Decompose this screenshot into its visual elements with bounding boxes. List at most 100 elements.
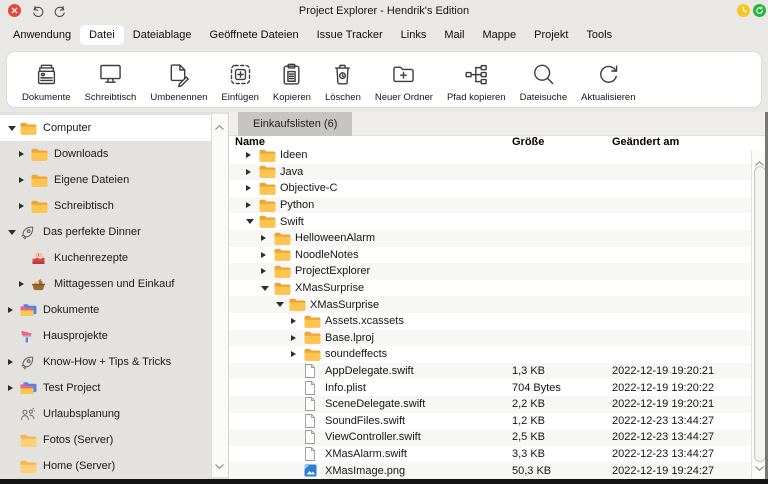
sidebar-item-eigene-dateien[interactable]: Eigene Dateien (0, 167, 212, 193)
sidebar-item-know-how-tips-tricks[interactable]: Know-How + Tips & Tricks (0, 349, 212, 375)
table-row-info-plist[interactable]: Info.plist 704 Bytes 2022-12-19 19:20:22 (229, 379, 752, 396)
sidebar-item-computer[interactable]: Computer (0, 115, 212, 141)
sidebar-item-hausprojekte[interactable]: Hausprojekte (0, 323, 212, 349)
toolbar-button-l-schen[interactable]: Löschen (318, 57, 368, 103)
table-row-xmassurprise[interactable]: XMasSurprise (229, 280, 752, 297)
menu-item-mail[interactable]: Mail (435, 25, 473, 45)
sidebar-item-fotos-server[interactable]: Fotos (Server) (0, 427, 212, 453)
menu-item-tools[interactable]: Tools (577, 25, 621, 45)
disclosure-toggle[interactable] (291, 318, 304, 325)
toolbar-button-neuer-ordner[interactable]: Neuer Ordner (368, 57, 440, 103)
online-status-button[interactable] (753, 4, 766, 17)
menu-item-projekt[interactable]: Projekt (525, 25, 577, 45)
table-row-appdelegate-swift[interactable]: AppDelegate.swift 1,3 KB 2022-12-19 19:20:… (229, 362, 752, 380)
toolbar-button-kopieren[interactable]: Kopieren (266, 57, 318, 103)
sidebar-scrollbar[interactable] (211, 114, 228, 477)
sidebar-item-urlaubsplanung[interactable]: Urlaubsplanung (0, 401, 212, 427)
toolbar-button-schreibtisch[interactable]: Schreibtisch (78, 57, 144, 103)
disclosure-toggle[interactable] (246, 185, 259, 192)
chevron-right-icon[interactable] (246, 152, 251, 159)
menu-item-anwendung[interactable]: Anwendung (4, 25, 80, 45)
table-row-base-lproj[interactable]: Base.lproj (229, 329, 752, 347)
disclosure-toggle[interactable] (19, 151, 31, 157)
table-row-noodlenotes[interactable]: NoodleNotes (229, 247, 752, 264)
toolbar-button-aktualisieren[interactable]: Aktualisieren (574, 57, 642, 103)
disclosure-toggle[interactable] (291, 351, 304, 358)
chevron-right-icon[interactable] (19, 203, 24, 209)
undo-icon[interactable] (31, 4, 44, 17)
menu-item-mappe[interactable]: Mappe (474, 25, 526, 45)
disclosure-toggle[interactable] (19, 177, 31, 183)
column-header-name[interactable]: Name (235, 136, 265, 148)
table-row-java[interactable]: Java (229, 163, 752, 181)
toolbar-button-dateisuche[interactable]: Dateisuche (513, 57, 575, 103)
scroll-down-icon[interactable] (755, 458, 764, 476)
table-row-soundeffects[interactable]: soundeffects (229, 346, 752, 363)
chevron-down-icon[interactable] (8, 229, 16, 235)
sidebar-item-home-server[interactable]: Home (Server) (0, 453, 212, 479)
table-row-xmassurprise[interactable]: XMasSurprise (229, 296, 752, 313)
chevron-right-icon[interactable] (291, 351, 296, 358)
chevron-right-icon[interactable] (19, 177, 24, 183)
chevron-right-icon[interactable] (261, 268, 266, 275)
disclosure-toggle[interactable] (19, 203, 31, 209)
disclosure-toggle[interactable] (19, 281, 31, 287)
close-button[interactable] (8, 4, 21, 17)
chevron-down-icon[interactable] (276, 302, 284, 308)
tab-einkaufslisten[interactable]: Einkaufslisten (6) (238, 112, 353, 136)
chevron-right-icon[interactable] (8, 359, 13, 365)
table-row-soundfiles-swift[interactable]: SoundFiles.swift 1,2 KB 2022-12-23 13:44:2… (229, 413, 752, 430)
pending-status-button[interactable] (737, 4, 750, 17)
scroll-down-icon[interactable] (215, 456, 224, 474)
chevron-right-icon[interactable] (291, 334, 296, 341)
table-row-objective-c[interactable]: Objective-C (229, 180, 752, 197)
disclosure-toggle[interactable] (291, 334, 304, 341)
table-row-scenedelegate-swift[interactable]: SceneDelegate.swift 2,2 KB 2022-12-19 19:2… (229, 395, 752, 413)
menu-item-ge-ffnete-dateien[interactable]: Geöffnete Dateien (201, 25, 308, 45)
chevron-right-icon[interactable] (19, 281, 24, 287)
table-row-swift[interactable]: Swift (229, 213, 752, 230)
menu-item-links[interactable]: Links (392, 25, 436, 45)
chevron-right-icon[interactable] (246, 168, 251, 175)
table-row-viewcontroller-swift[interactable]: ViewController.swift 2,5 KB 2022-12-23 13:… (229, 429, 752, 446)
column-header-modified[interactable]: Geändert am (612, 136, 679, 148)
disclosure-toggle[interactable] (261, 285, 274, 291)
table-row-python[interactable]: Python (229, 196, 752, 214)
menu-item-datei[interactable]: Datei (80, 24, 124, 45)
chevron-down-icon[interactable] (261, 285, 269, 291)
disclosure-toggle[interactable] (8, 125, 20, 131)
sidebar-item-kuchenrezepte[interactable]: Kuchenrezepte (0, 245, 212, 271)
disclosure-toggle[interactable] (261, 235, 274, 242)
sidebar-item-dokumente[interactable]: Dokumente (0, 297, 212, 323)
chevron-right-icon[interactable] (291, 318, 296, 325)
disclosure-toggle[interactable] (261, 268, 274, 275)
sidebar-item-test-project[interactable]: Test Project (0, 375, 212, 401)
scroll-up-icon[interactable] (215, 117, 224, 135)
sidebar-item-mittagessen-und-einkauf[interactable]: Mittagessen und Einkauf (0, 271, 212, 297)
chevron-right-icon[interactable] (246, 202, 251, 209)
chevron-right-icon[interactable] (261, 251, 266, 258)
table-row-projectexplorer[interactable]: ProjectExplorer (229, 263, 752, 280)
column-header-size[interactable]: Größe (512, 136, 544, 148)
sidebar-item-schreibtisch[interactable]: Schreibtisch (0, 193, 212, 219)
toolbar-button-einf-gen[interactable]: Einfügen (214, 57, 266, 103)
redo-icon[interactable] (53, 4, 66, 17)
chevron-right-icon[interactable] (8, 385, 13, 391)
disclosure-toggle[interactable] (8, 385, 20, 391)
disclosure-toggle[interactable] (276, 302, 289, 308)
table-row-xmasalarm-swift[interactable]: XMasAlarm.swift 3,3 KB 2022-12-23 13:44:27 (229, 446, 752, 463)
toolbar-button-dokumente[interactable]: Dokumente (15, 57, 78, 103)
disclosure-toggle[interactable] (8, 229, 20, 235)
menu-item-issue-tracker[interactable]: Issue Tracker (308, 25, 392, 45)
table-row-helloweenalarm[interactable]: HelloweenAlarm (229, 229, 752, 247)
table-row-xmasimage-png[interactable]: XMasImage.png 50,3 KB 2022-12-19 19:24:27 (229, 462, 752, 479)
menu-item-dateiablage[interactable]: Dateiablage (124, 25, 201, 45)
sidebar-item-das-perfekte-dinner[interactable]: Das perfekte Dinner (0, 219, 212, 245)
table-row-assets-xcassets[interactable]: Assets.xcassets (229, 313, 752, 330)
chevron-down-icon[interactable] (246, 219, 254, 225)
sidebar-item-downloads[interactable]: Downloads (0, 141, 212, 167)
disclosure-toggle[interactable] (8, 307, 20, 313)
disclosure-toggle[interactable] (8, 359, 20, 365)
disclosure-toggle[interactable] (246, 152, 259, 159)
toolbar-button-umbenennen[interactable]: Umbenennen (143, 57, 214, 103)
